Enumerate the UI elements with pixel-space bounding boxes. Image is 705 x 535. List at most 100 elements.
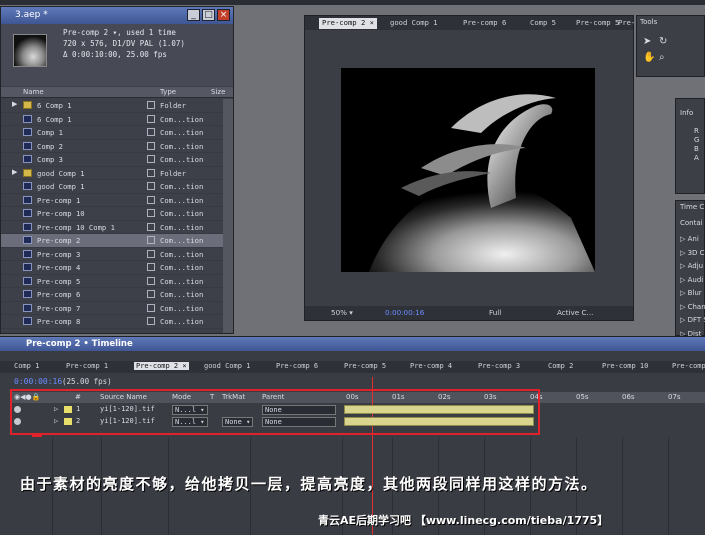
composition-canvas[interactable] bbox=[341, 68, 595, 272]
project-item-row[interactable]: Pre-comp 6 Com...tion bbox=[1, 288, 223, 302]
project-item-row[interactable]: Pre-comp 2 Com...tion bbox=[1, 234, 223, 248]
selection-tool-icon[interactable]: ➤ bbox=[643, 36, 651, 47]
project-title-bar[interactable]: 3.aep * _ □ × bbox=[1, 7, 233, 24]
effect-category-item[interactable]: ▷ DFT S bbox=[680, 316, 705, 324]
project-item-row[interactable]: Pre-comp 8 Com...tion bbox=[1, 315, 223, 329]
maximize-button[interactable]: □ bbox=[202, 9, 215, 21]
timeline-tab[interactable]: good Comp 1 bbox=[204, 362, 250, 370]
project-scrollbar[interactable] bbox=[223, 99, 233, 333]
effect-category-item[interactable]: ▷ Blur bbox=[680, 289, 702, 297]
project-item-type: Com...tion bbox=[160, 209, 204, 218]
project-item-row[interactable]: Pre-comp 10 Com...tion bbox=[1, 207, 223, 221]
label-color-swatch[interactable] bbox=[147, 276, 155, 285]
effect-category-item[interactable]: ▷ Chann bbox=[680, 303, 705, 311]
type-column-header[interactable]: Type bbox=[160, 88, 176, 96]
timeline-tab[interactable]: Pre-comp bbox=[672, 362, 705, 370]
project-item-row[interactable]: Pre-comp 5 Com...tion bbox=[1, 275, 223, 288]
label-color-swatch[interactable] bbox=[147, 290, 155, 298]
hand-tool-icon[interactable]: ✋ bbox=[643, 52, 655, 63]
comp-dims-line: 720 x 576, D1/DV PAL (1.07) bbox=[63, 39, 185, 48]
label-color-swatch[interactable] bbox=[147, 195, 155, 204]
timeline-tab[interactable]: Pre-comp 3 bbox=[478, 362, 520, 370]
effect-category-item[interactable]: ▷ Ani bbox=[680, 235, 699, 243]
label-color-swatch[interactable] bbox=[147, 101, 155, 109]
project-item-row[interactable]: 6 Comp 1 Com...tion bbox=[1, 113, 223, 126]
label-color-swatch[interactable] bbox=[147, 168, 155, 177]
zoom-tool-icon[interactable]: ⌕ bbox=[659, 52, 665, 63]
label-color-swatch[interactable] bbox=[147, 249, 155, 258]
timeline-tab[interactable]: Pre-comp 10 bbox=[602, 362, 648, 370]
project-item-row[interactable]: Pre-comp 3 Com...tion bbox=[1, 248, 223, 261]
project-item-row[interactable]: Pre-comp 7 Com...tion bbox=[1, 302, 223, 315]
effect-category-item[interactable]: ▷ 3D Ch bbox=[680, 249, 705, 257]
label-color-swatch[interactable] bbox=[147, 303, 155, 312]
project-item-type: Com...tion bbox=[160, 182, 204, 191]
label-color-swatch[interactable] bbox=[147, 155, 155, 163]
folder-expand-arrow-icon[interactable]: ▶ bbox=[12, 100, 17, 108]
label-color-swatch[interactable] bbox=[147, 236, 155, 244]
project-item-name: Pre-comp 7 bbox=[37, 303, 81, 313]
project-item-row[interactable]: Pre-comp 10 Comp 1 Com...tion bbox=[1, 221, 223, 234]
timeline-tab[interactable]: Pre-comp 1 bbox=[66, 362, 108, 370]
contents-label: Contai bbox=[680, 219, 703, 227]
current-time-display[interactable]: 0:00:00:16 bbox=[14, 377, 62, 386]
timeline-title-bar[interactable]: Pre-comp 2 • Timeline bbox=[0, 337, 705, 351]
project-item-name: good Comp 1 bbox=[37, 182, 85, 191]
project-item-name: Pre-comp 8 bbox=[37, 317, 81, 326]
viewer-timecode[interactable]: 0:00:00:16 bbox=[385, 308, 424, 317]
project-column-header[interactable]: Name Type Size bbox=[1, 87, 233, 98]
project-item-row[interactable]: ▶ good Comp 1 Folder bbox=[1, 167, 223, 180]
minimize-button[interactable]: _ bbox=[187, 9, 200, 21]
viewer-tab-good-comp-1[interactable]: good Comp 1 bbox=[387, 18, 441, 29]
resolution-dropdown[interactable]: Full bbox=[489, 308, 501, 317]
project-item-type: Com...tion bbox=[160, 317, 204, 326]
menu-bar[interactable] bbox=[0, 0, 705, 5]
composition-icon bbox=[23, 303, 32, 312]
project-item-row[interactable]: Comp 3 Com...tion bbox=[1, 153, 223, 167]
project-item-name: Comp 2 bbox=[37, 141, 63, 151]
label-color-swatch[interactable] bbox=[147, 317, 155, 325]
layer-duration-bar[interactable] bbox=[344, 405, 534, 414]
viewer-tab-bar: Pre-comp 2 × good Comp 1 Pre-comp 6 Comp… bbox=[305, 16, 635, 30]
label-color-swatch[interactable] bbox=[147, 114, 155, 123]
label-color-swatch[interactable] bbox=[147, 128, 155, 136]
label-color-swatch[interactable] bbox=[147, 182, 155, 190]
timeline-tab[interactable]: Comp 1 bbox=[14, 362, 39, 370]
project-item-row[interactable]: Pre-comp 4 Com...tion bbox=[1, 261, 223, 275]
viewer-tab-pre[interactable]: Pre- bbox=[615, 18, 638, 29]
timeline-tab[interactable]: Pre-comp 6 bbox=[276, 362, 318, 370]
viewer-tab-pre-comp-6[interactable]: Pre-comp 6 bbox=[460, 18, 509, 29]
timeline-tab[interactable]: Pre-comp 4 bbox=[410, 362, 452, 370]
size-column-header[interactable]: Size bbox=[211, 88, 225, 96]
label-color-swatch[interactable] bbox=[147, 263, 155, 271]
project-item-row[interactable]: Comp 2 Com...tion bbox=[1, 140, 223, 153]
project-item-row[interactable]: Pre-comp 1 Com...tion bbox=[1, 194, 223, 207]
label-color-swatch[interactable] bbox=[147, 141, 155, 150]
project-item-name: Pre-comp 5 bbox=[37, 276, 81, 286]
time-controls-title: Time C bbox=[680, 203, 705, 211]
label-color-swatch[interactable] bbox=[147, 222, 155, 231]
project-item-row[interactable]: good Comp 1 Com...tion bbox=[1, 180, 223, 194]
viewer-toolbar: 50% ▾ 0:00:00:16 Full Active C... bbox=[305, 306, 633, 320]
project-item-type: Com...tion bbox=[160, 303, 204, 313]
folder-expand-arrow-icon[interactable]: ▶ bbox=[12, 168, 17, 176]
effect-category-item[interactable]: ▷ Adju bbox=[680, 262, 703, 270]
timeline-tab[interactable]: Pre-comp 5 bbox=[344, 362, 386, 370]
timeline-tab[interactable]: Pre-comp 2 × bbox=[134, 362, 189, 370]
layer-duration-bar[interactable] bbox=[344, 417, 534, 426]
effect-category-item[interactable]: ▷ Audi bbox=[680, 276, 703, 284]
camera-dropdown[interactable]: Active C... bbox=[557, 308, 593, 317]
name-column-header[interactable]: Name bbox=[23, 88, 44, 96]
timeline-tab[interactable]: Comp 2 bbox=[548, 362, 573, 370]
project-item-type: Com...tion bbox=[160, 249, 204, 259]
viewer-tab-pre-comp-2[interactable]: Pre-comp 2 × bbox=[319, 18, 377, 29]
close-button[interactable]: × bbox=[217, 9, 230, 21]
project-item-row[interactable]: Comp 1 Com...tion bbox=[1, 126, 223, 140]
label-color-swatch[interactable] bbox=[147, 209, 155, 217]
project-item-row[interactable]: ▶ 6 Comp 1 Folder bbox=[1, 99, 223, 113]
project-item-type: Com...tion bbox=[160, 290, 204, 299]
viewer-tab-comp-5[interactable]: Comp 5 bbox=[527, 18, 559, 29]
zoom-dropdown[interactable]: 50% ▾ bbox=[331, 308, 353, 317]
rotate-tool-icon[interactable]: ↻ bbox=[659, 36, 667, 47]
timeline-title: Pre-comp 2 • Timeline bbox=[26, 339, 133, 349]
